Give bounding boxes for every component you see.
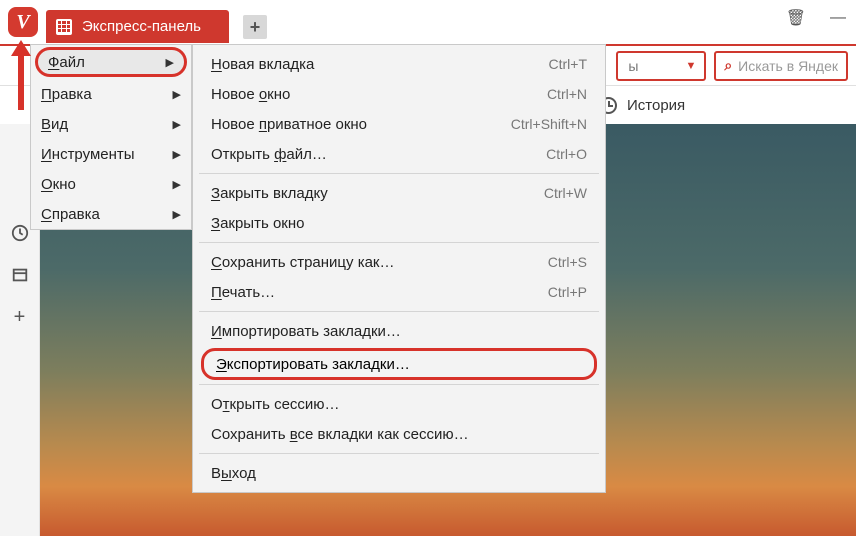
menu-close-window[interactable]: Закрыть окно: [193, 208, 605, 238]
menu-save-page-as[interactable]: Сохранить страницу как… Ctrl+S: [193, 247, 605, 277]
chevron-right-icon: ▶: [173, 148, 181, 161]
shortcut: Ctrl+Shift+N: [511, 116, 587, 132]
menu-open-file[interactable]: Открыть файл… Ctrl+O: [193, 139, 605, 169]
menu-file[interactable]: Файл ▶: [35, 47, 187, 77]
search-input[interactable]: ⌕ Искать в Яндек: [714, 51, 848, 81]
shortcut: Ctrl+P: [548, 284, 587, 300]
trash-icon[interactable]: 🗑: [786, 8, 806, 28]
chevron-down-icon: ▼: [685, 60, 696, 72]
menu-new-window[interactable]: Новое окно Ctrl+N: [193, 79, 605, 109]
main-menu: Файл ▶ Правка ▶ Вид ▶ Инструменты ▶ Окно…: [30, 44, 192, 230]
annotation-arrow: [13, 40, 29, 112]
menu-help[interactable]: Справка ▶: [31, 199, 191, 229]
menu-save-session[interactable]: Сохранить все вкладки как сессию…: [193, 419, 605, 449]
menu-new-tab[interactable]: Новая вкладка Ctrl+T: [193, 49, 605, 79]
chevron-right-icon: ▶: [173, 178, 181, 191]
search-icon: ⌕: [724, 57, 732, 74]
window-panel-icon[interactable]: [11, 266, 29, 284]
bookmarks-dropdown[interactable]: ы ▼: [616, 51, 706, 81]
dropdown-text: ы: [628, 58, 638, 74]
menu-exit[interactable]: Выход: [193, 458, 605, 488]
window-controls: 🗑 —: [786, 8, 846, 28]
minimize-button[interactable]: —: [830, 9, 846, 27]
shortcut: Ctrl+W: [544, 185, 587, 201]
menu-new-private-window[interactable]: Новое приватное окно Ctrl+Shift+N: [193, 109, 605, 139]
search-placeholder: Искать в Яндек: [738, 58, 838, 74]
file-submenu: Новая вкладка Ctrl+T Новое окно Ctrl+N Н…: [192, 44, 606, 493]
shortcut: Ctrl+O: [546, 146, 587, 162]
shortcut: Ctrl+N: [547, 86, 587, 102]
tab-label: Экспресс-панель: [82, 18, 201, 35]
menu-separator: [199, 384, 599, 385]
menu-window[interactable]: Окно ▶: [31, 169, 191, 199]
titlebar: V Экспресс-панель + 🗑 —: [0, 0, 856, 44]
menu-import-bookmarks[interactable]: Импортировать закладки…: [193, 316, 605, 346]
new-tab-button[interactable]: +: [243, 15, 267, 39]
add-panel-icon[interactable]: +: [11, 308, 29, 326]
active-tab[interactable]: Экспресс-панель: [46, 10, 229, 43]
chevron-right-icon: ▶: [166, 56, 174, 69]
menu-open-session[interactable]: Открыть сессию…: [193, 389, 605, 419]
menu-separator: [199, 453, 599, 454]
menu-view[interactable]: Вид ▶: [31, 109, 191, 139]
menu-print[interactable]: Печать… Ctrl+P: [193, 277, 605, 307]
menu-separator: [199, 173, 599, 174]
menu-close-tab[interactable]: Закрыть вкладку Ctrl+W: [193, 178, 605, 208]
menu-separator: [199, 242, 599, 243]
shortcut: Ctrl+S: [548, 254, 587, 270]
vivaldi-logo-icon[interactable]: V: [8, 7, 38, 37]
menu-tools[interactable]: Инструменты ▶: [31, 139, 191, 169]
menu-export-bookmarks[interactable]: Экспортировать закладки…: [201, 348, 597, 380]
chevron-right-icon: ▶: [173, 208, 181, 221]
speed-dial-icon: [56, 19, 72, 35]
chevron-right-icon: ▶: [173, 88, 181, 101]
menu-separator: [199, 311, 599, 312]
shortcut: Ctrl+T: [549, 56, 588, 72]
clock-panel-icon[interactable]: [11, 224, 29, 242]
history-link[interactable]: История: [627, 97, 685, 114]
menu-edit[interactable]: Правка ▶: [31, 79, 191, 109]
chevron-right-icon: ▶: [173, 118, 181, 131]
